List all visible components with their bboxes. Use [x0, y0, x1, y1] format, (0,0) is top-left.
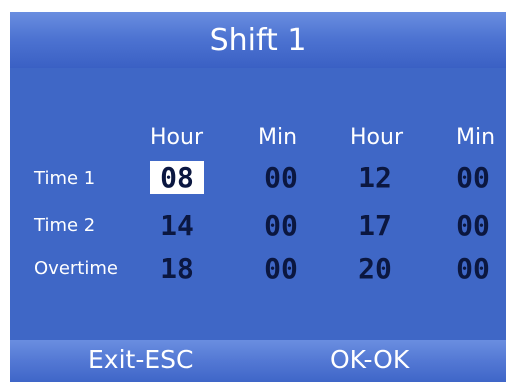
column-header-start-min: Min — [258, 125, 298, 150]
time1-end-hour-field[interactable]: 12 — [348, 161, 402, 194]
row-label-overtime: Overtime — [34, 258, 118, 279]
exit-esc-button[interactable]: Exit-ESC — [88, 345, 193, 374]
time2-start-hour-field[interactable]: 14 — [150, 209, 204, 242]
overtime-end-min-field[interactable]: 00 — [446, 252, 500, 285]
time2-end-min-field[interactable]: 00 — [446, 209, 500, 242]
overtime-end-hour-field[interactable]: 20 — [348, 252, 402, 285]
footer-bar: Exit-ESC OK-OK — [10, 340, 506, 382]
column-header-end-min: Min — [456, 125, 496, 150]
ok-button[interactable]: OK-OK — [330, 345, 409, 374]
time2-end-hour-field[interactable]: 17 — [348, 209, 402, 242]
time1-end-min-field[interactable]: 00 — [446, 161, 500, 194]
shift-settings-screen: Shift 1 Hour Min Hour Min Time 1 08 00 1… — [10, 12, 506, 382]
column-header-end-hour: Hour — [350, 125, 403, 150]
overtime-start-min-field[interactable]: 00 — [254, 252, 308, 285]
time1-start-min-field[interactable]: 00 — [254, 161, 308, 194]
screen-title: Shift 1 — [10, 12, 506, 68]
row-label-time-1: Time 1 — [34, 168, 96, 189]
row-label-time-2: Time 2 — [34, 215, 96, 236]
overtime-start-hour-field[interactable]: 18 — [150, 252, 204, 285]
column-header-start-hour: Hour — [150, 125, 203, 150]
time2-start-min-field[interactable]: 00 — [254, 209, 308, 242]
time1-start-hour-field[interactable]: 08 — [150, 161, 204, 194]
